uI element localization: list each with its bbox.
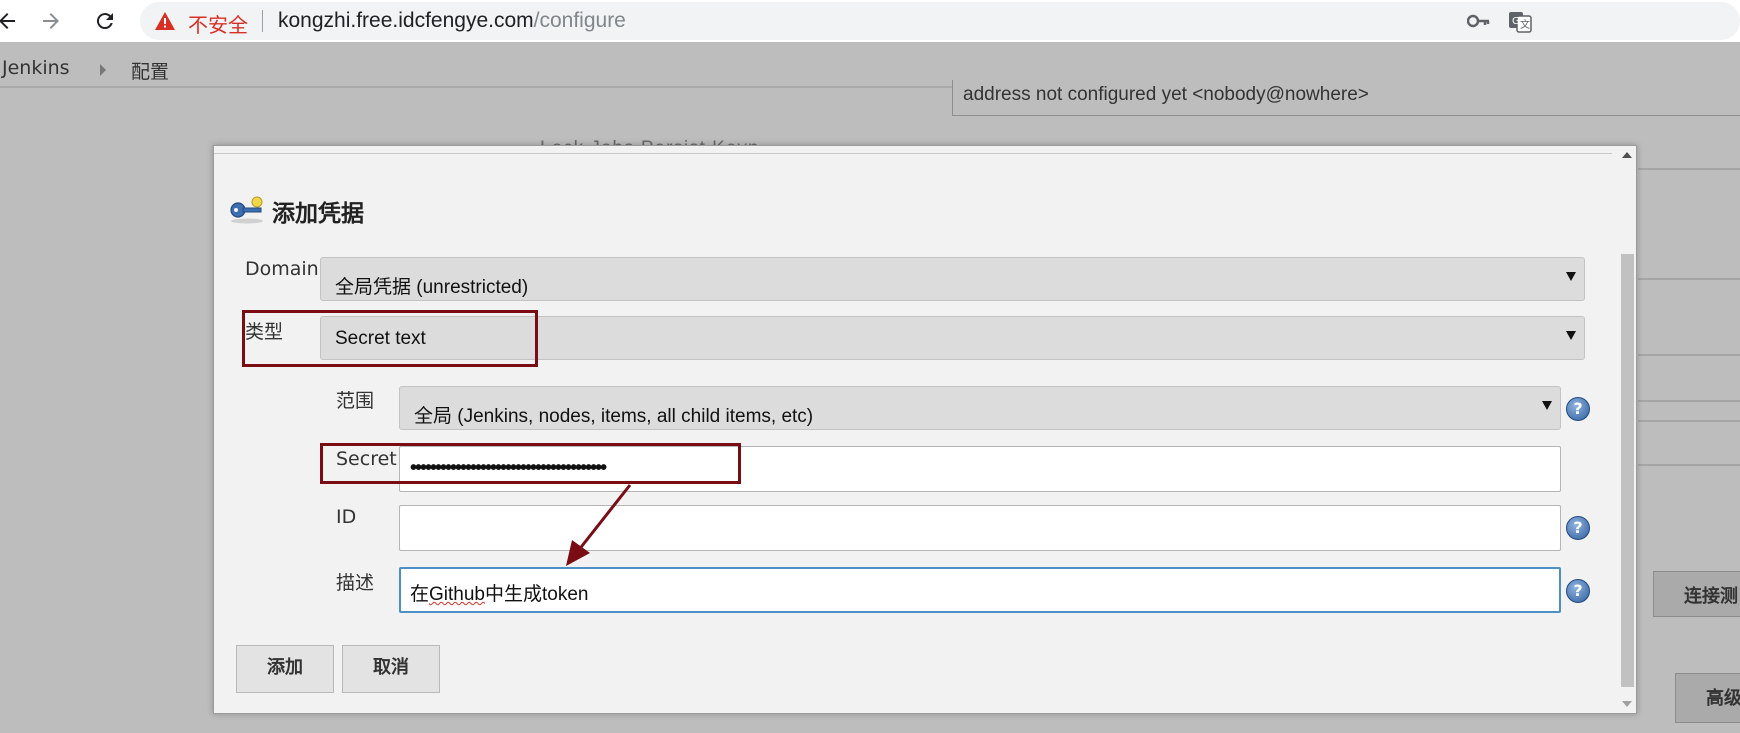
id-label: ID	[336, 506, 357, 528]
domain-label: Domain	[245, 258, 319, 280]
dropdown-arrow-icon	[1566, 272, 1576, 281]
breadcrumb-separator-icon	[100, 64, 106, 76]
breadcrumb-item-jenkins[interactable]: Jenkins	[2, 57, 70, 79]
svg-text:文: 文	[1520, 18, 1530, 31]
dialog-scrollbar[interactable]	[1618, 146, 1636, 713]
background-divider	[1638, 420, 1740, 422]
dialog-top-border	[214, 146, 1612, 154]
domain-select-value: 全局凭据 (unrestricted)	[335, 277, 529, 298]
reload-icon[interactable]	[90, 6, 120, 36]
secret-highlight-box	[320, 443, 741, 484]
add-button[interactable]: 添加	[236, 645, 334, 693]
dropdown-arrow-icon	[1542, 401, 1552, 410]
dialog-title: 添加凭据	[272, 201, 364, 227]
background-divider	[1638, 354, 1740, 356]
address-bar[interactable]: 不安全 kongzhi.free.idcfengye.com/configure…	[140, 2, 1740, 40]
add-credentials-dialog: 添加凭据 Domain 全局凭据 (unrestricted) 类型 Secre…	[213, 145, 1637, 714]
breadcrumb-item-configure[interactable]: 配置	[131, 57, 169, 84]
background-divider	[1638, 400, 1740, 402]
description-text-suffix: 中生成token	[485, 584, 589, 605]
scroll-up-arrow-icon[interactable]	[1622, 152, 1632, 158]
cancel-button[interactable]: 取消	[342, 645, 440, 693]
id-input[interactable]	[399, 505, 1561, 551]
insecure-label[interactable]: 不安全	[188, 9, 248, 38]
translate-icon[interactable]: G文	[1508, 11, 1532, 38]
key-icon[interactable]	[1466, 11, 1491, 36]
divider	[262, 10, 263, 32]
warning-triangle-icon[interactable]	[154, 11, 176, 36]
scroll-thumb[interactable]	[1621, 254, 1634, 687]
background-email-field: address not configured yet <nobody@nowhe…	[952, 80, 1740, 116]
domain-select[interactable]: 全局凭据 (unrestricted)	[320, 257, 1585, 301]
description-misspelled-word: Github	[429, 584, 485, 605]
type-highlight-box	[242, 310, 538, 367]
background-divider	[1638, 278, 1740, 280]
description-label: 描述	[336, 572, 375, 594]
credentials-key-icon	[229, 196, 265, 229]
scope-help-icon[interactable]: ?	[1566, 397, 1590, 421]
test-connection-button: 连接测	[1653, 571, 1740, 617]
url-path: /configure	[533, 9, 626, 32]
scroll-down-arrow-icon[interactable]	[1622, 701, 1632, 707]
scope-select-value: 全局 (Jenkins, nodes, items, all child ite…	[414, 406, 814, 427]
browser-toolbar: 不安全 kongzhi.free.idcfengye.com/configure…	[0, 0, 1740, 42]
dropdown-arrow-icon	[1566, 331, 1576, 340]
description-input[interactable]: 在Github中生成token	[399, 567, 1561, 613]
forward-arrow-icon[interactable]	[36, 6, 66, 36]
background-divider	[1638, 464, 1740, 466]
url-text[interactable]: kongzhi.free.idcfengye.com/configure	[278, 9, 626, 33]
scope-select[interactable]: 全局 (Jenkins, nodes, items, all child ite…	[399, 386, 1561, 430]
advanced-button: 高级	[1675, 673, 1740, 723]
description-text-prefix: 在	[410, 584, 430, 605]
back-arrow-icon[interactable]	[0, 6, 22, 36]
svg-text:G: G	[1512, 16, 1520, 27]
description-help-icon[interactable]: ?	[1566, 579, 1590, 603]
background-divider	[1638, 168, 1740, 170]
id-help-icon[interactable]: ?	[1566, 516, 1590, 540]
scope-label: 范围	[336, 390, 375, 412]
url-host: kongzhi.free.idcfengye.com	[278, 9, 534, 32]
